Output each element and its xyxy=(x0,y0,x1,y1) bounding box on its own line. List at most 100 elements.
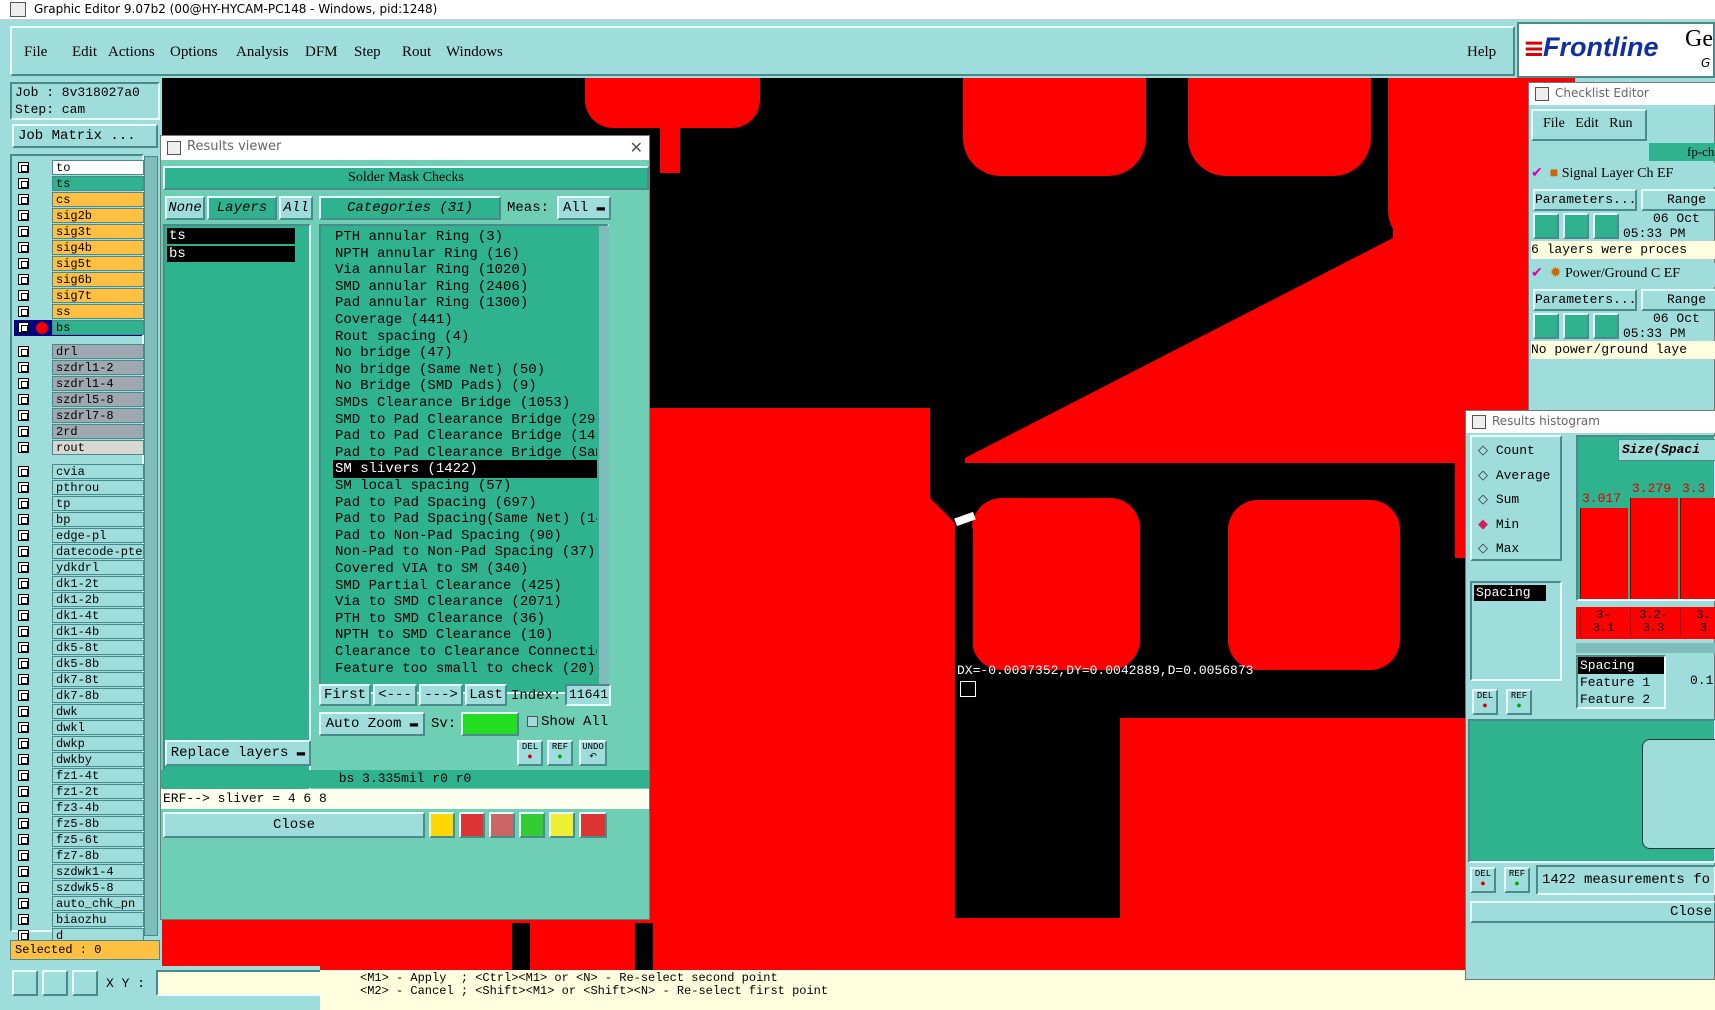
show-all-checkbox[interactable] xyxy=(527,716,538,727)
category-item[interactable]: PTH annular Ring (3) xyxy=(333,228,597,246)
layer-checkbox[interactable] xyxy=(18,802,29,813)
layer-checkbox[interactable] xyxy=(18,178,29,189)
layer-row[interactable]: dk1-2t xyxy=(14,576,144,592)
layer-checkbox[interactable] xyxy=(18,578,29,589)
category-item[interactable]: No bridge (47) xyxy=(333,344,597,362)
close-icon[interactable]: ✕ xyxy=(630,138,643,157)
layer-checkbox[interactable] xyxy=(18,594,29,605)
menu-step[interactable]: Step xyxy=(354,44,381,61)
layer-row[interactable]: dk7-8t xyxy=(14,672,144,688)
menu-file[interactable]: File xyxy=(24,44,47,61)
layer-row[interactable]: sig5t xyxy=(14,256,144,272)
none-button[interactable]: None xyxy=(165,196,205,220)
category-item[interactable]: Pad to Pad Spacing (697) xyxy=(333,494,597,512)
category-item[interactable]: PTH to SMD Clearance (36) xyxy=(333,610,597,628)
layer-checkbox[interactable] xyxy=(18,834,29,845)
layer-row[interactable]: dwkl xyxy=(14,720,144,736)
hist-ref-button-2[interactable]: REF ● xyxy=(1504,867,1530,893)
xy-input[interactable] xyxy=(156,970,324,996)
run-icon[interactable] xyxy=(1563,213,1589,239)
layer-row[interactable]: dk1-4b xyxy=(14,624,144,640)
list-selected[interactable]: Spacing xyxy=(1474,585,1546,601)
all-button[interactable]: All xyxy=(279,196,313,220)
histogram-bar[interactable] xyxy=(1580,508,1628,599)
tool-histogram-icon[interactable] xyxy=(579,812,607,838)
layer-checkbox[interactable] xyxy=(18,442,29,453)
category-item[interactable]: Pad to Pad Clearance Bridge (Same xyxy=(333,444,597,462)
layer-row[interactable]: fz5-6t xyxy=(14,832,144,848)
check-item-2[interactable]: ✔ ✹ Power/Ground C EF xyxy=(1531,263,1715,287)
category-item[interactable]: SMD to Pad Clearance Bridge (297) xyxy=(333,411,597,429)
category-item[interactable]: NPTH annular Ring (16) xyxy=(333,245,597,263)
layer-checkbox[interactable] xyxy=(18,546,29,557)
layer-row[interactable]: ts xyxy=(14,176,144,192)
layer-row[interactable]: datecode-pte xyxy=(14,544,144,560)
hist-close-button[interactable]: Close xyxy=(1470,901,1715,923)
category-item[interactable]: Covered VIA to SM (340) xyxy=(333,560,597,578)
histogram-option[interactable]: ◇ Count xyxy=(1478,443,1535,458)
params-button-1[interactable]: Parameters... xyxy=(1533,189,1637,211)
menu-analysis[interactable]: Analysis xyxy=(236,44,289,61)
layer-checkbox[interactable] xyxy=(18,722,29,733)
tool-exclude-icon[interactable] xyxy=(489,812,515,838)
category-item[interactable]: No Bridge (SMD Pads) (9) xyxy=(333,377,597,395)
category-item[interactable]: Pad to Pad Clearance Bridge (14) xyxy=(333,427,597,445)
layer-checkbox[interactable] xyxy=(18,210,29,221)
run-icon[interactable] xyxy=(1533,313,1559,339)
layer-checkbox[interactable] xyxy=(18,562,29,573)
layer-row[interactable]: fz1-2t xyxy=(14,784,144,800)
layer-checkbox[interactable] xyxy=(18,162,29,173)
layer-checkbox[interactable] xyxy=(18,394,29,405)
range-button-1[interactable]: Range xyxy=(1641,189,1715,211)
layer-checkbox[interactable] xyxy=(18,410,29,421)
layer-row[interactable]: dwkby xyxy=(14,752,144,768)
histogram-option[interactable]: ◆ Min xyxy=(1478,517,1519,532)
categories-button[interactable]: Categories (31) xyxy=(319,196,501,220)
prev-button[interactable]: <--- xyxy=(373,684,417,706)
tool-measure-icon[interactable] xyxy=(42,970,68,996)
run-icon[interactable] xyxy=(1563,313,1589,339)
check-item-1[interactable]: ✔ ■ Signal Layer Ch EF xyxy=(1531,163,1715,187)
tool-list-icon[interactable] xyxy=(549,812,575,838)
layer-checkbox[interactable] xyxy=(18,530,29,541)
layer-row[interactable]: dwkp xyxy=(14,736,144,752)
menu-windows[interactable]: Windows xyxy=(446,44,503,61)
undo-button[interactable]: UNDO ↶ xyxy=(579,740,607,766)
category-item[interactable]: No bridge (Same Net) (50) xyxy=(333,361,597,379)
layer-row[interactable]: drl xyxy=(14,344,144,360)
layer-row[interactable]: fz5-8b xyxy=(14,816,144,832)
field-spacing[interactable]: Spacing xyxy=(1578,657,1664,674)
layer-row[interactable]: 2rd xyxy=(14,424,144,440)
layer-checkbox[interactable] xyxy=(18,850,29,861)
layer-checkbox[interactable] xyxy=(18,674,29,685)
menu-rout[interactable]: Rout xyxy=(402,44,431,61)
run-icon[interactable] xyxy=(1593,213,1619,239)
layer-checkbox[interactable] xyxy=(18,882,29,893)
layer-checkbox[interactable] xyxy=(18,306,29,317)
checklist-menu-run[interactable]: Run xyxy=(1609,116,1632,131)
category-item[interactable]: SM slivers (1422) xyxy=(333,460,597,479)
layer-row[interactable]: dk1-4t xyxy=(14,608,144,624)
category-item[interactable]: SMD annular Ring (2406) xyxy=(333,278,597,296)
menu-edit[interactable]: Edit xyxy=(72,44,97,61)
close-button[interactable]: Close xyxy=(163,812,425,838)
run-icon[interactable] xyxy=(1593,313,1619,339)
result-layer-bs[interactable]: bs xyxy=(167,246,295,262)
layer-row[interactable]: biaozhu xyxy=(14,912,144,928)
layer-row[interactable]: cvia xyxy=(14,464,144,480)
category-item[interactable]: Feature too small to check (20) xyxy=(333,660,597,678)
layer-row[interactable]: sig2b xyxy=(14,208,144,224)
layer-checkbox[interactable] xyxy=(18,690,29,701)
last-button[interactable]: Last xyxy=(465,684,507,706)
tool-report-icon[interactable] xyxy=(459,812,485,838)
category-item[interactable]: Non-Pad to Non-Pad Spacing (37) xyxy=(333,543,597,561)
layer-checkbox[interactable] xyxy=(18,754,29,765)
result-layer-ts[interactable]: ts xyxy=(167,228,295,244)
category-item[interactable]: Rout spacing (4) xyxy=(333,328,597,346)
checklist-menu-edit[interactable]: Edit xyxy=(1575,116,1598,131)
categories-scrollbar[interactable] xyxy=(599,226,609,692)
hist-del-button-2[interactable]: DEL ● xyxy=(1470,867,1496,893)
run-icon[interactable] xyxy=(1533,213,1559,239)
layer-checkbox[interactable] xyxy=(18,866,29,877)
layer-checkbox[interactable] xyxy=(18,498,29,509)
